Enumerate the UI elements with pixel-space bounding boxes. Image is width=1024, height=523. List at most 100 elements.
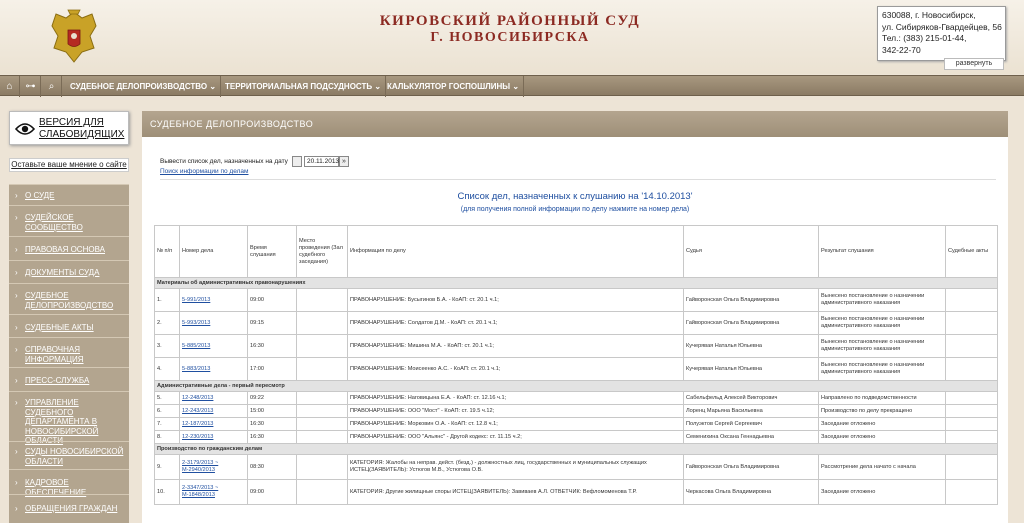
case-number-cell: 2-3347/2013 ~ М-1848/2013 (179, 479, 248, 505)
bullet-icon: › (15, 213, 18, 222)
result-cell: Направлено по подведомственности (818, 391, 946, 405)
place-cell (296, 288, 348, 312)
info-cell: ПРАВОНАРУШЕНИЕ: ООО "Мост" - КоАП: ст. 1… (347, 404, 684, 418)
case-number-link[interactable]: 12-187/2013 (182, 421, 213, 427)
chevron-down-icon: ⌄ (374, 82, 382, 91)
case-number-link[interactable]: 5-883/2013 (182, 366, 210, 372)
calendar-icon[interactable] (292, 156, 302, 167)
case-search-link[interactable]: Поиск информации по делам (160, 168, 249, 175)
table-row: 2. 5-993/2013 09:15 ПРАВОНАРУШЕНИЕ: Солдато… (154, 311, 998, 335)
judge-cell: Семенихина Оксана Геннадьевна (683, 430, 819, 444)
bullet-icon: › (15, 478, 18, 487)
group-title: Материалы об административных правонаруш… (154, 277, 998, 289)
table-row: 6. 12-243/2013 15:00 ПРАВОНАРУШЕНИЕ: ООО "М… (154, 404, 998, 418)
date-input[interactable]: 20.11.2013 (304, 156, 339, 167)
info-cell: КАТЕГОРИЯ: Другие жилищные споры ИСТЕЦ(З… (347, 479, 684, 505)
sidebar-item-press-service[interactable]: › ПРЕСС-СЛУЖБА (9, 367, 129, 391)
sidebar-item-label: УПРАВЛЕНИЕ СУДЕБНОГО ДЕПАРТАМЕНТА В НОВО… (25, 398, 99, 445)
case-number-link[interactable]: 12-243/2013 (182, 408, 213, 414)
table-group-row: Материалы об административных правонаруш… (154, 277, 998, 289)
info-cell: КАТЕГОРИЯ: Жалобы на неправ. дейст. (без… (347, 454, 684, 480)
time-cell: 16:30 (247, 417, 297, 431)
sidebar-item-judicial-department[interactable]: › УПРАВЛЕНИЕ СУДЕБНОГО ДЕПАРТАМЕНТА В НОВ… (9, 391, 129, 445)
main-nav: ⌂ ⊶ ⌕ СУДЕБНОЕ ДЕЛОПРОИЗВОДСТВО ⌄ ТЕРРИТ… (0, 75, 1024, 97)
case-number-link[interactable]: 2-3179/2013 ~ М-2940/2013 (182, 460, 218, 473)
column-header: Информация по делу (347, 225, 684, 278)
nav-item-fee-calculator[interactable]: КАЛЬКУЛЯТОР ГОСПОШЛИНЫ ⌄ (383, 76, 525, 97)
sidebar-item-legal-basis[interactable]: › ПРАВОВАЯ ОСНОВА (9, 236, 129, 260)
group-title: Производство по гражданским делам (154, 443, 998, 455)
column-header: Номер дела (179, 225, 248, 278)
nav-item-territorial-jurisdiction[interactable]: ТЕРРИТОРИАЛЬНАЯ ПОДСУДНОСТЬ ⌄ (221, 76, 387, 97)
sidebar-item-court-proceedings[interactable]: › СУДЕБНОЕ ДЕЛОПРОИЗВОДСТВО (9, 283, 129, 314)
judge-cell: Гайворонская Ольга Владимировна (683, 288, 819, 312)
judge-cell: Кучерявая Наталья Юльевна (683, 357, 819, 381)
info-cell: ПРАВОНАРУШЕНИЕ: Моисеенко А.С. - КоАП: с… (347, 357, 684, 381)
sidebar-item-citizen-appeals[interactable]: › ОБРАЩЕНИЯ ГРАЖДАН (9, 494, 129, 523)
sidebar-item-reference-info[interactable]: › СПРАВОЧНАЯ ИНФОРМАЦИЯ (9, 337, 129, 367)
home-icon[interactable]: ⌂ (0, 76, 20, 97)
sidebar-item-label: О СУДЕ (25, 191, 55, 200)
chevron-down-icon: ⌄ (512, 82, 520, 91)
sitemap-icon[interactable]: ⊶ (21, 76, 41, 97)
court-city: Г. НОВОСИБИРСКА (430, 30, 590, 45)
table-row: 10. 2-3347/2013 ~ М-1848/2013 09:00 КАТЕГОР… (154, 479, 998, 505)
case-number-link[interactable]: 5-885/2013 (182, 343, 210, 349)
case-number-link[interactable]: 12-248/2013 (182, 395, 213, 401)
expand-contacts-button[interactable]: развернуть (944, 58, 1004, 70)
case-number-cell: 2-3179/2013 ~ М-2940/2013 (179, 454, 248, 480)
time-cell: 09:15 (247, 311, 297, 335)
case-number-cell: 12-243/2013 (179, 404, 248, 418)
main-content: СУДЕБНОЕ ДЕЛОПРОИЗВОДСТВО Вывести список… (142, 111, 1008, 523)
judge-cell: Лоренц Марьяна Васильевна (683, 404, 819, 418)
acts-cell (945, 357, 998, 381)
n-cell: 9. (154, 454, 180, 480)
case-number-link[interactable]: 5-993/2013 (182, 320, 210, 326)
cases-table: № п/п Номер дела Время слушания Место пр… (154, 225, 998, 505)
sidebar-item-about[interactable]: › О СУДЕ (9, 184, 129, 205)
show-date-button[interactable]: » (339, 156, 349, 167)
sidebar-item-label: ПРЕСС-СЛУЖБА (25, 376, 90, 385)
acts-cell (945, 479, 998, 505)
info-cell: ПРАВОНАРУШЕНИЕ: Солдатов Д.М. - КоАП: ст… (347, 311, 684, 335)
bullet-icon: › (15, 504, 18, 513)
table-group-row: Административные дела - первый пересмотр (154, 380, 998, 392)
place-cell (296, 417, 348, 431)
page: КИРОВСКИЙ РАЙОННЫЙ СУД Г. НОВОСИБИРСКА 6… (0, 0, 1024, 523)
place-cell (296, 357, 348, 381)
search-icon[interactable]: ⌕ (42, 76, 62, 97)
place-cell (296, 404, 348, 418)
case-number-link[interactable]: 2-3347/2013 ~ М-1848/2013 (182, 485, 218, 498)
feedback-link[interactable]: Оставьте ваше мнение о сайте (9, 158, 129, 172)
sidebar-item-label: ПРАВОВАЯ ОСНОВА (25, 245, 105, 254)
case-number-link[interactable]: 5-991/2013 (182, 297, 210, 303)
sidebar-item-judicial-acts[interactable]: › СУДЕБНЫЕ АКТЫ (9, 314, 129, 337)
judge-cell: Кучерявая Наталья Юльевна (683, 334, 819, 358)
place-cell (296, 391, 348, 405)
table-group-row: Производство по гражданским делам (154, 443, 998, 455)
sidebar-item-label: СУДЫ НОВОСИБИРСКОЙ ОБЛАСТИ (25, 447, 124, 466)
n-cell: 1. (154, 288, 180, 312)
accessibility-version-link[interactable]: ВЕРСИЯ ДЛЯ СЛАБОВИДЯЩИХ (39, 117, 128, 141)
bullet-icon: › (15, 376, 18, 385)
info-cell: ПРАВОНАРУШЕНИЕ: Наговицына Е.А. - КоАП: … (347, 391, 684, 405)
contact-line: 342-22-70 (882, 44, 921, 55)
sidebar-item-court-documents[interactable]: › ДОКУМЕНТЫ СУДА (9, 260, 129, 283)
sidebar-item-judicial-community[interactable]: › СУДЕЙСКОЕ СООБЩЕСТВО (9, 205, 129, 236)
nav-item-court-proceedings[interactable]: СУДЕБНОЕ ДЕЛОПРОИЗВОДСТВО ⌄ (66, 76, 222, 97)
nav-item-label: ТЕРРИТОРИАЛЬНАЯ ПОДСУДНОСТЬ (225, 82, 373, 91)
acts-cell (945, 311, 998, 335)
sidebar-item-label: ОБРАЩЕНИЯ ГРАЖДАН (25, 504, 118, 513)
column-header: Судья (683, 225, 819, 278)
time-cell: 09:00 (247, 479, 297, 505)
result-cell: Производство по делу прекращено (818, 404, 946, 418)
sidebar-item-regional-courts[interactable]: › СУДЫ НОВОСИБИРСКОЙ ОБЛАСТИ (9, 441, 129, 469)
n-cell: 6. (154, 404, 180, 418)
accessibility-version-button[interactable]: ВЕРСИЯ ДЛЯ СЛАБОВИДЯЩИХ (9, 111, 129, 145)
sidebar-item-staffing[interactable]: › КАДРОВОЕ ОБЕСПЕЧЕНИЕ (9, 469, 129, 497)
eye-icon (15, 123, 35, 135)
place-cell (296, 334, 348, 358)
time-cell: 15:00 (247, 404, 297, 418)
place-cell (296, 479, 348, 505)
case-number-link[interactable]: 12-230/2013 (182, 434, 213, 440)
